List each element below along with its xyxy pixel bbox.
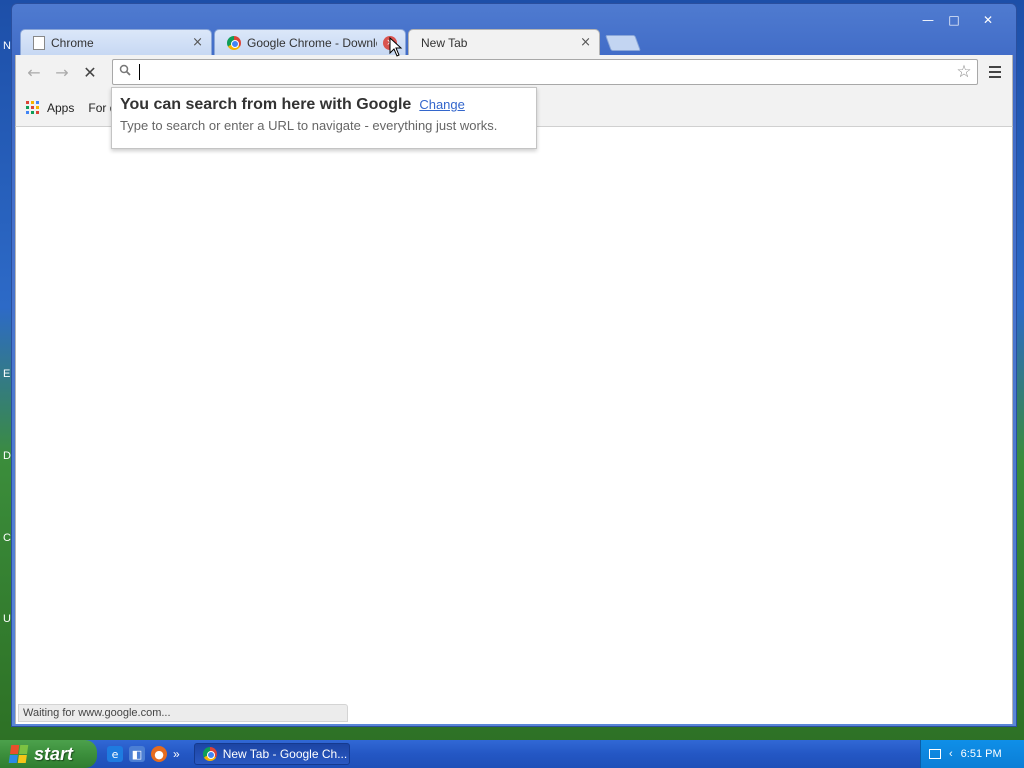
tab-new-tab[interactable]: New Tab × (408, 29, 600, 55)
start-label: start (34, 743, 74, 764)
taskbar-item-chrome[interactable]: New Tab - Google Ch... (193, 743, 350, 765)
apps-shortcut[interactable]: Apps (47, 101, 74, 115)
tray-expand-icon[interactable]: ‹ (949, 748, 953, 760)
keyboard-icon[interactable] (929, 749, 941, 759)
browser-toolbar: ← → ✕ ☆ (15, 55, 1013, 89)
tab-google-chrome-download[interactable]: Google Chrome - Download t × (214, 29, 406, 55)
tab-close-icon[interactable]: × (192, 35, 203, 50)
bubble-headline: You can search from here with Google (120, 96, 412, 113)
new-tab-button[interactable] (605, 35, 641, 51)
desktop-label-fragment: C (3, 532, 11, 544)
desktop-label-fragment: E (3, 368, 11, 380)
tab-title: Chrome (51, 35, 94, 50)
internet-explorer-icon[interactable]: e (107, 746, 123, 762)
tab-strip: Chrome × Google Chrome - Download t × Ne… (20, 27, 720, 55)
search-icon (113, 64, 137, 80)
quick-launch-more-icon[interactable]: » (173, 747, 180, 761)
status-bubble: Waiting for www.google.com... (18, 704, 348, 722)
desktop-label-fragment: U (3, 613, 11, 625)
taskbar: start e ◧ ● » New Tab - Google Ch... ‹ 6… (0, 740, 1024, 768)
taskbar-item-label: New Tab - Google Ch... (222, 747, 348, 761)
stop-loading-button[interactable]: ✕ (76, 58, 104, 86)
bookmark-star-icon[interactable]: ☆ (951, 62, 977, 82)
back-button[interactable]: ← (20, 58, 48, 86)
omnibox-input[interactable] (140, 61, 951, 83)
maximize-button[interactable]: □ (942, 11, 966, 29)
desktop-label-fragment: N (3, 40, 11, 52)
minimize-button[interactable]: — (916, 11, 940, 29)
omnibox-search-bubble: You can search from here with Google Cha… (111, 87, 537, 149)
tab-close-icon[interactable]: × (580, 35, 591, 50)
chrome-logo-icon (202, 747, 217, 761)
show-desktop-icon[interactable]: ◧ (129, 746, 145, 762)
chrome-logo-icon (227, 35, 241, 50)
mouse-cursor-icon (389, 37, 403, 57)
system-tray: ‹ 6:51 PM (920, 740, 1024, 768)
chrome-menu-button[interactable] (984, 61, 1006, 83)
clock: 6:51 PM (960, 748, 1002, 760)
bubble-subtext: Type to search or enter a URL to navigat… (120, 118, 498, 133)
windows-logo-icon (8, 745, 30, 763)
start-button[interactable]: start (0, 740, 97, 768)
window-controls: — □ ✕ (916, 11, 1008, 29)
page-icon (33, 35, 45, 50)
tab-title: New Tab (421, 35, 468, 50)
apps-grid-icon[interactable] (26, 101, 39, 114)
desktop-label-fragment: D (3, 450, 11, 462)
tab-chrome[interactable]: Chrome × (20, 29, 212, 55)
forward-button[interactable]: → (48, 58, 76, 86)
tab-title: Google Chrome - Download t (247, 35, 377, 50)
page-content: Waiting for www.google.com... (15, 127, 1013, 724)
change-search-engine-link[interactable]: Change (419, 97, 465, 112)
close-window-button[interactable]: ✕ (968, 11, 1008, 29)
quick-launch: e ◧ ● » (107, 746, 180, 762)
chrome-window: — □ ✕ Chrome × Google Chrome - Download … (11, 3, 1017, 727)
omnibox[interactable]: ☆ (112, 59, 978, 85)
firefox-icon[interactable]: ● (151, 746, 167, 762)
